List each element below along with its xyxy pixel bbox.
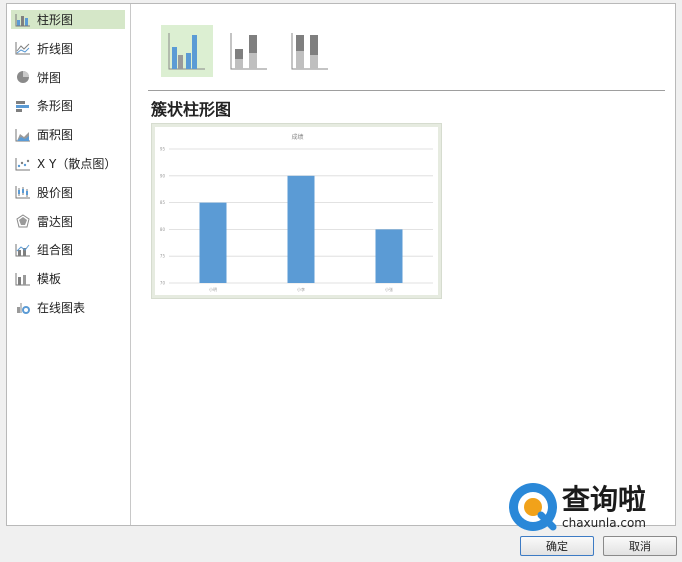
sidebar-item-scatter-chart[interactable]: X Y（散点图） <box>11 154 125 173</box>
sidebar-item-radar-chart[interactable]: 雷达图 <box>11 212 125 231</box>
y-tick-label: 70 <box>160 281 166 286</box>
cancel-button[interactable]: 取消 <box>603 536 677 556</box>
sidebar-item-line-chart[interactable]: 折线图 <box>11 39 125 58</box>
sidebar-item-pie-chart[interactable]: 饼图 <box>11 68 125 87</box>
stacked-column-icon <box>230 33 267 70</box>
y-tick-label: 75 <box>160 254 166 259</box>
sidebar-item-label: 雷达图 <box>37 214 74 229</box>
sidebar-item-label: 折线图 <box>37 41 74 56</box>
chart-type-sidebar: 柱形图折线图饼图条形图面积图 X Y（散点图） 股价图雷达图组合图模板在线图表 <box>7 4 131 525</box>
area-chart-icon <box>15 128 31 142</box>
sidebar-item-combo-chart[interactable]: 组合图 <box>11 240 125 259</box>
sidebar-item-stock-chart[interactable]: 股价图 <box>11 183 125 202</box>
percent-stacked-column-icon <box>291 33 328 70</box>
column-chart-icon <box>15 13 31 27</box>
percent-stacked-column-button[interactable] <box>284 25 336 77</box>
chart-bar <box>375 229 403 283</box>
sidebar-item-label: 组合图 <box>37 243 74 258</box>
clustered-column-button[interactable] <box>161 25 213 77</box>
sidebar-item-label: 面积图 <box>37 128 74 143</box>
x-tick-label: 小李 <box>297 286 305 292</box>
sidebar-item-area-chart[interactable]: 面积图 <box>11 125 125 144</box>
sidebar-item-label: X Y（散点图） <box>37 157 117 171</box>
chart-type-title: 簇状柱形图 <box>151 100 232 119</box>
stock-chart-icon <box>15 185 31 199</box>
online-chart-icon <box>15 301 31 315</box>
template-icon <box>15 272 31 286</box>
y-tick-label: 80 <box>160 227 166 232</box>
sidebar-item-online-chart[interactable]: 在线图表 <box>11 298 125 317</box>
chart-bar <box>287 175 315 283</box>
preview-chart: 成绩 70 75 80 85 90 95 小明 小李 小张 <box>160 133 433 292</box>
ok-button[interactable]: 确定 <box>520 536 594 556</box>
x-tick-label: 小张 <box>385 286 393 292</box>
watermark-text: 查询啦 <box>562 483 647 516</box>
x-tick-label: 小明 <box>209 286 217 292</box>
sidebar-item-label: 柱形图 <box>37 13 74 27</box>
watermark-logo-icon <box>509 483 557 531</box>
clustered-column-icon <box>168 33 205 70</box>
sidebar-item-template[interactable]: 模板 <box>11 269 125 288</box>
line-chart-icon <box>15 41 31 55</box>
combo-chart-icon <box>15 243 31 257</box>
sidebar-item-label: 模板 <box>37 272 62 287</box>
chart-bar <box>199 202 227 283</box>
watermark: 查询啦 chaxunla.com <box>500 478 680 538</box>
sidebar-item-label: 饼图 <box>37 70 62 85</box>
sidebar-item-label: 股价图 <box>37 185 74 200</box>
chart-preview[interactable]: 成绩 70 75 80 85 90 95 小明 小李 小张 <box>151 123 442 299</box>
watermark-url: chaxunla.com <box>562 516 646 530</box>
y-tick-label: 85 <box>160 200 166 205</box>
sidebar-item-bar-chart[interactable]: 条形图 <box>11 96 125 115</box>
pie-chart-icon <box>15 70 31 84</box>
stacked-column-button[interactable] <box>223 25 275 77</box>
bar-chart-icon <box>15 99 31 113</box>
chart-main-panel: 簇状柱形图 成绩 70 75 80 85 90 95 小明 小李 小张 <box>132 4 675 525</box>
chart-title: 成绩 <box>291 133 303 141</box>
scatter-chart-icon <box>15 157 31 171</box>
y-tick-label: 90 <box>160 173 166 178</box>
sidebar-item-column-chart[interactable]: 柱形图 <box>11 10 125 29</box>
insert-chart-dialog: 柱形图折线图饼图条形图面积图 X Y（散点图） 股价图雷达图组合图模板在线图表 簇状… <box>6 3 676 526</box>
y-tick-label: 95 <box>160 147 166 152</box>
radar-chart-icon <box>15 214 31 228</box>
section-divider <box>148 90 665 91</box>
sidebar-item-label: 在线图表 <box>37 301 86 315</box>
sidebar-item-label: 条形图 <box>37 99 74 114</box>
